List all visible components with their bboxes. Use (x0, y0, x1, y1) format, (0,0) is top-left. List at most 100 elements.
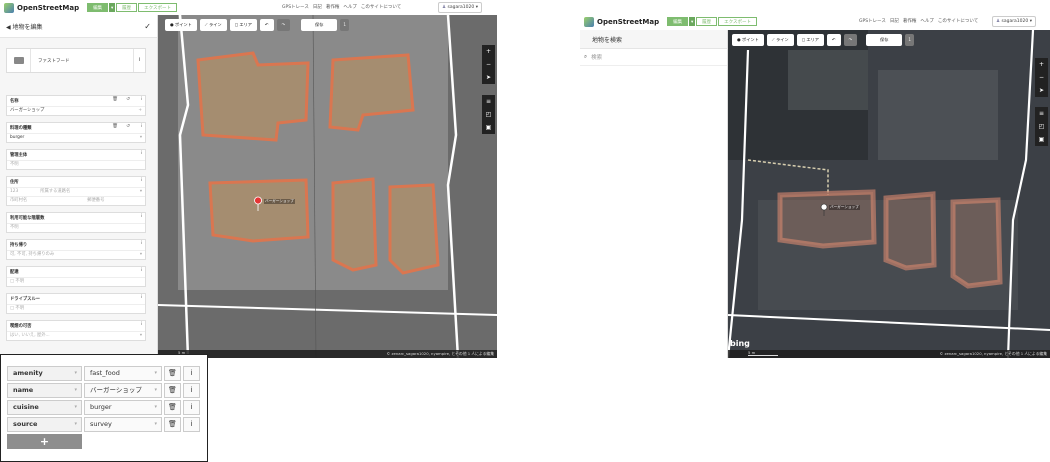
edit-button[interactable]: 編集 (87, 3, 109, 12)
field-input[interactable]: □ 不明 (7, 277, 145, 286)
edit-button[interactable]: 編集 (667, 17, 689, 26)
undo-button[interactable]: ↶ (827, 34, 841, 46)
add-area-button[interactable]: ◻ エリア (796, 34, 824, 46)
bing-logo[interactable]: bing (730, 339, 750, 348)
field-input[interactable]: 不明 (7, 160, 145, 169)
building-area-3[interactable] (331, 177, 378, 272)
field-input[interactable]: 不明 (7, 223, 145, 232)
geolocate-button[interactable]: ➤ (1035, 84, 1048, 97)
key-dropdown-icon[interactable]: ▾ (74, 418, 77, 431)
burger-shop-area[interactable] (208, 178, 310, 243)
field-input-row-2[interactable]: 市町村名 郵便番号 (7, 196, 145, 205)
add-language-icon[interactable]: + (138, 107, 142, 115)
key-dropdown-icon[interactable]: ▾ (74, 367, 77, 380)
delete-tag-icon[interactable]: 🗑 (164, 383, 181, 398)
add-point-button[interactable]: ● ポイント (732, 34, 764, 46)
tag-value-input[interactable]: survey ▾ (84, 417, 162, 432)
add-point-button[interactable]: ● ポイント (165, 19, 197, 31)
zoom-out-button[interactable]: − (482, 58, 495, 71)
export-button[interactable]: エクスポート (138, 3, 177, 12)
redo-button[interactable]: ↷ (843, 34, 858, 46)
field-info-icon[interactable]: i (141, 178, 142, 183)
tag-key-input[interactable]: source ▾ (7, 417, 82, 432)
burger-shop-area[interactable] (777, 189, 877, 249)
add-line-button[interactable]: ⟋ ライン (199, 19, 227, 31)
dropdown-arrow-icon[interactable]: ▾ (140, 251, 142, 259)
link-diary[interactable]: 日記 (313, 5, 322, 10)
tag-info-icon[interactable]: i (183, 366, 200, 381)
link-about[interactable]: このサイトについて (361, 5, 401, 10)
save-button[interactable]: 保存 (301, 19, 338, 31)
link-about[interactable]: このサイトについて (938, 19, 978, 24)
zoom-out-button[interactable]: − (1035, 71, 1048, 84)
edit-dropdown-button[interactable]: ▾ (109, 3, 116, 12)
field-info-icon[interactable]: i (141, 214, 142, 219)
attribution-text[interactable]: © zenarc_sagara1020, nyampire, とその他 1 人に… (940, 351, 1047, 356)
map-canvas[interactable] (158, 15, 497, 358)
history-button[interactable]: 履歴 (696, 17, 718, 26)
tag-key-input[interactable]: amenity ▾ (7, 366, 82, 381)
zoom-in-button[interactable]: + (482, 45, 495, 58)
tag-value-input[interactable]: burger ▾ (84, 400, 162, 415)
link-help[interactable]: ヘルプ (343, 5, 357, 10)
preset-info-button[interactable]: i (133, 49, 145, 72)
field-input[interactable]: 123 所属する道路名 ▾ (7, 187, 145, 196)
undo-button[interactable]: ↶ (260, 19, 274, 31)
tag-key-input[interactable]: cuisine ▾ (7, 400, 82, 415)
field-input[interactable]: 可, 不可, 持ち帰りのみ ▾ (7, 250, 145, 259)
add-line-button[interactable]: ⟋ ライン (766, 34, 794, 46)
map-data-button[interactable]: ◰ (482, 108, 495, 121)
value-dropdown-icon[interactable]: ▾ (154, 418, 157, 431)
value-dropdown-icon[interactable]: ▾ (154, 384, 157, 397)
export-button[interactable]: エクスポート (718, 17, 757, 26)
background-layers-button[interactable]: ≡ (1035, 107, 1048, 120)
field-info-icon[interactable]: i (141, 97, 142, 102)
feature-search-field[interactable]: ⌕ 検索 (580, 49, 727, 66)
field-info-icon[interactable]: i (141, 151, 142, 156)
geolocate-button[interactable]: ➤ (482, 71, 495, 84)
osm-logo[interactable]: OpenStreetMap (584, 16, 659, 27)
dropdown-arrow-icon[interactable]: ▾ (140, 332, 142, 340)
key-dropdown-icon[interactable]: ▾ (74, 401, 77, 414)
value-dropdown-icon[interactable]: ▾ (154, 401, 157, 414)
tag-key-input[interactable]: name ▾ (7, 383, 82, 398)
link-diary[interactable]: 日記 (890, 19, 899, 24)
save-button[interactable]: 保存 (866, 34, 903, 46)
link-gps-traces[interactable]: GPSトレース (282, 5, 309, 10)
osm-logo[interactable]: OpenStreetMap (4, 2, 79, 13)
dropdown-arrow-icon[interactable]: ▾ (140, 134, 142, 142)
back-icon[interactable]: ◀ (6, 24, 11, 31)
link-copyright[interactable]: 著作権 (326, 5, 340, 10)
delete-tag-icon[interactable]: 🗑 (164, 417, 181, 432)
field-input[interactable]: バーガーショップ + (7, 106, 145, 115)
help-panel-button[interactable]: ▣ (1035, 133, 1048, 146)
field-input[interactable]: はい, いいえ, 屋外... ▾ (7, 331, 145, 340)
tag-info-icon[interactable]: i (183, 400, 200, 415)
add-tag-button[interactable]: + (7, 434, 82, 449)
building-area-4[interactable] (950, 197, 1003, 289)
field-info-icon[interactable]: i (141, 124, 142, 129)
tag-value-input[interactable]: バーガーショップ ▾ (84, 383, 162, 398)
tag-info-icon[interactable]: i (183, 417, 200, 432)
edit-dropdown-button[interactable]: ▾ (689, 17, 696, 26)
link-help[interactable]: ヘルプ (920, 19, 934, 24)
tag-value-input[interactable]: fast_food ▾ (84, 366, 162, 381)
key-dropdown-icon[interactable]: ▾ (74, 384, 77, 397)
history-button[interactable]: 履歴 (116, 3, 138, 12)
preset-selector[interactable]: ファストフード i (6, 48, 146, 73)
field-revert-icon[interactable]: ↺ (126, 97, 130, 102)
field-info-icon[interactable]: i (141, 295, 142, 300)
delete-tag-icon[interactable]: 🗑 (164, 366, 181, 381)
user-menu-button[interactable]: ♟ sagara1020 ▾ (438, 2, 482, 13)
field-input[interactable]: burger ▾ (7, 133, 145, 142)
tag-info-icon[interactable]: i (183, 383, 200, 398)
user-menu-button[interactable]: ♟ sagara1020 ▾ (992, 16, 1036, 27)
field-input[interactable]: □ 不明 (7, 304, 145, 313)
field-info-icon[interactable]: i (141, 241, 142, 246)
field-delete-icon[interactable]: 🗑 (112, 97, 118, 102)
attribution-text[interactable]: © zenarc_sagara1020, nyampire, とその他 1 人に… (387, 351, 494, 356)
link-copyright[interactable]: 著作権 (903, 19, 917, 24)
building-area-4[interactable] (388, 183, 440, 275)
value-dropdown-icon[interactable]: ▾ (154, 367, 157, 380)
zoom-in-button[interactable]: + (1035, 58, 1048, 71)
